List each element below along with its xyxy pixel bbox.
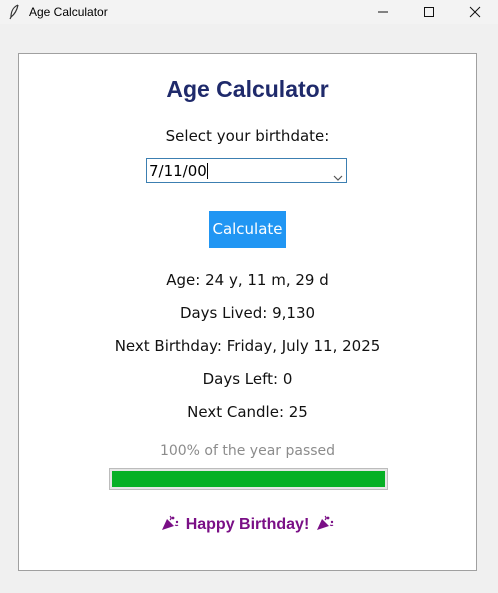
feather-icon xyxy=(8,4,20,20)
next-candle-result: Next Candle: 25 xyxy=(187,403,308,421)
days-left-result: Days Left: 0 xyxy=(202,370,293,388)
birthdate-prompt: Select your birthdate: xyxy=(165,127,330,145)
age-result: Age: 24 y, 11 m, 29 d xyxy=(166,271,329,289)
title-bar: Age Calculator xyxy=(0,0,498,24)
progress-fill xyxy=(112,471,385,487)
window-title: Age Calculator xyxy=(29,5,108,19)
birthdate-value: 7/11/00 xyxy=(149,162,207,180)
party-popper-icon xyxy=(161,515,179,530)
page-title: Age Calculator xyxy=(166,76,329,102)
days-lived-result: Days Lived: 9,130 xyxy=(179,304,316,322)
main-panel: Age Calculator Select your birthdate: 7/… xyxy=(18,53,477,571)
birthday-message: Happy Birthday! xyxy=(19,515,476,534)
year-progress-bar xyxy=(109,468,388,490)
birthday-text: Happy Birthday! xyxy=(185,516,310,533)
maximize-icon xyxy=(424,7,434,17)
birthdate-field[interactable]: 7/11/00 xyxy=(149,162,208,180)
progress-label: 100% of the year passed xyxy=(159,443,336,459)
minimize-button[interactable] xyxy=(360,0,406,24)
party-popper-icon xyxy=(317,515,334,530)
minimize-icon xyxy=(378,11,388,13)
calculate-button[interactable]: Calculate xyxy=(209,211,286,248)
next-birthday-result: Next Birthday: Friday, July 11, 2025 xyxy=(114,337,381,355)
close-button[interactable] xyxy=(452,0,498,24)
text-cursor xyxy=(206,163,208,179)
maximize-button[interactable] xyxy=(406,0,452,24)
chevron-down-icon[interactable] xyxy=(333,166,343,185)
close-icon xyxy=(469,6,481,18)
birthdate-combobox[interactable]: 7/11/00 xyxy=(146,158,347,183)
